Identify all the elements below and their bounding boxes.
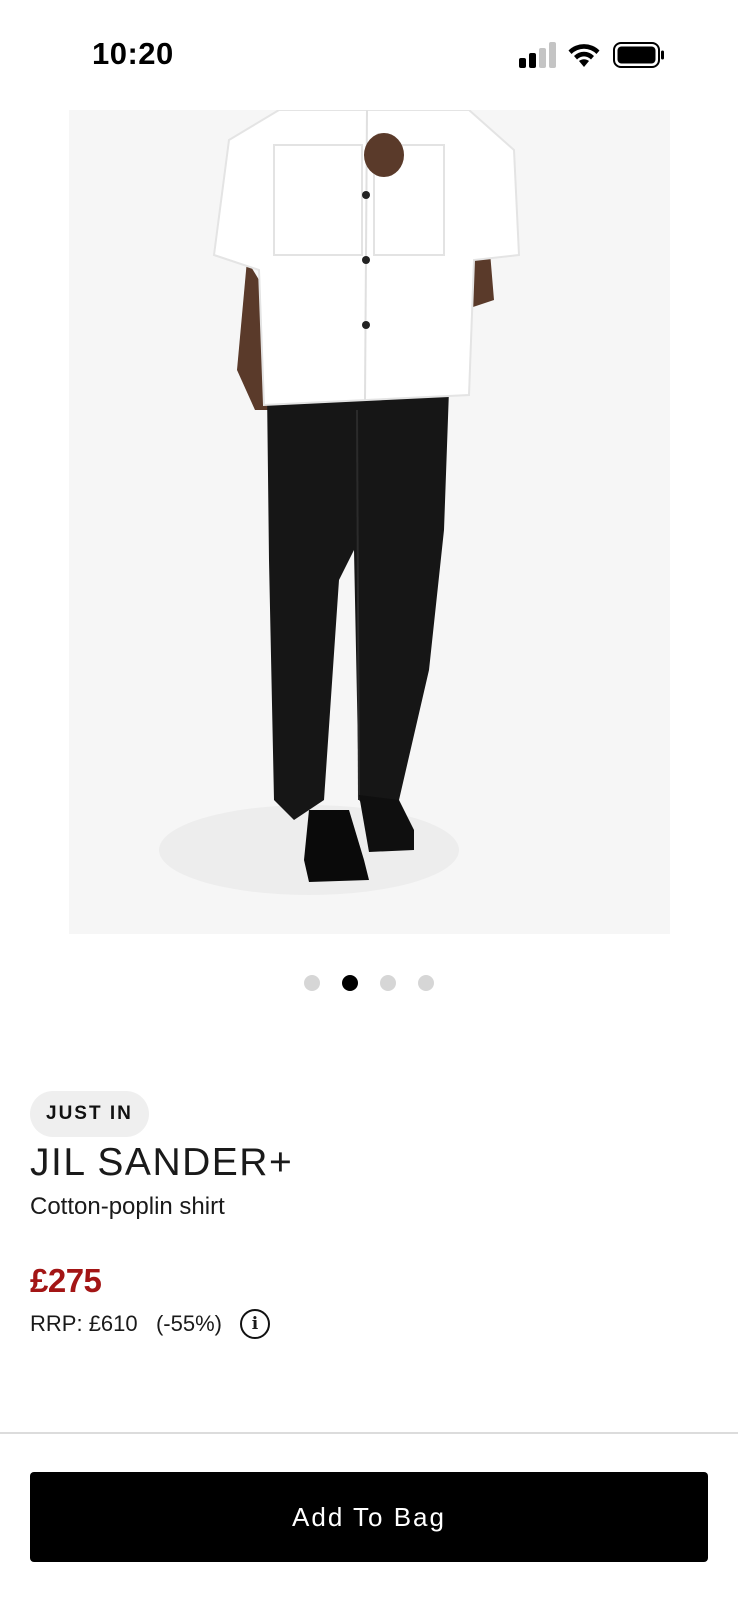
discount-percent: (-55%) (155, 1311, 222, 1336)
product-image[interactable] (69, 110, 670, 934)
rrp-row: RRP: £610 (-55%) i (30, 1309, 270, 1339)
sale-price: £275 (30, 1262, 102, 1299)
rrp-value: £610 (88, 1311, 138, 1336)
pagination-dot-1[interactable] (304, 975, 320, 991)
pagination-dot-2-active[interactable] (342, 975, 358, 991)
wifi-icon (568, 44, 600, 67)
brand-name[interactable]: JIL SANDER+ (30, 1141, 293, 1185)
info-icon[interactable]: i (240, 1309, 270, 1339)
gallery-pagination (0, 975, 738, 991)
add-to-bag-button[interactable]: Add To Bag (30, 1472, 708, 1562)
pagination-dot-4[interactable] (418, 975, 434, 991)
product-photo (69, 110, 670, 934)
signal-icon (519, 42, 556, 68)
status-bar: 10:20 (0, 0, 738, 100)
rrp-label: RRP: (30, 1311, 83, 1336)
just-in-badge: JUST IN (30, 1091, 149, 1137)
pagination-dot-3[interactable] (380, 975, 396, 991)
battery-icon (613, 42, 664, 68)
divider (0, 1432, 738, 1434)
status-time: 10:20 (92, 36, 174, 71)
product-name: Cotton-poplin shirt (30, 1193, 225, 1220)
